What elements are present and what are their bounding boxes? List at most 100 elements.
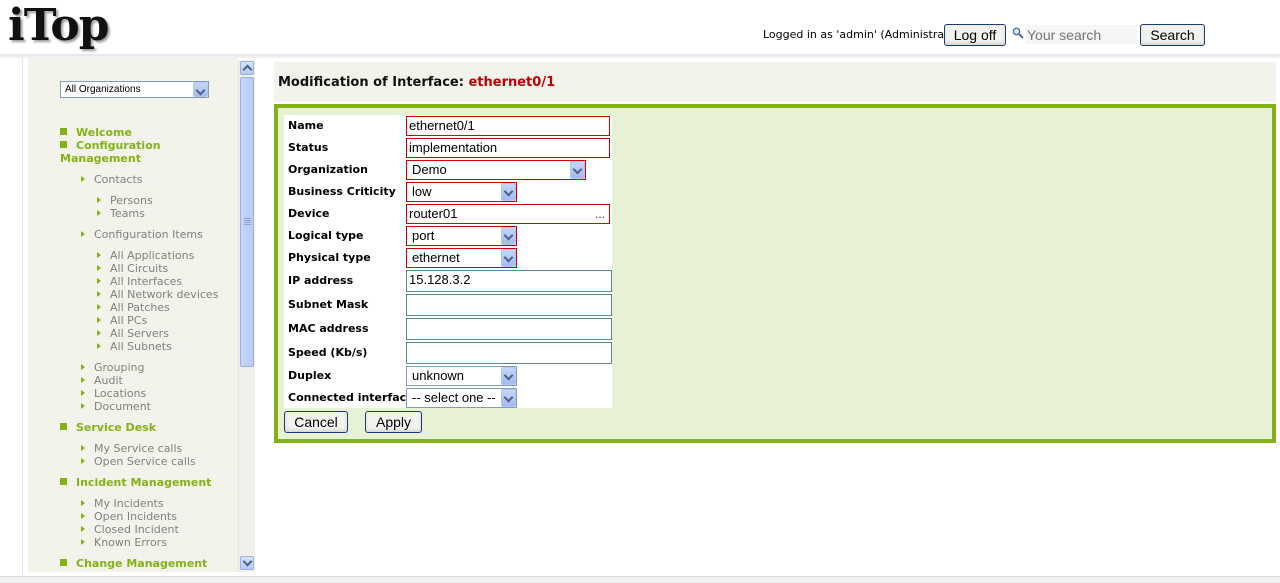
ip-address-input[interactable]: 15.128.3.2 [406,270,612,292]
duplex-value: unknown [412,368,465,383]
menu-open-service-calls[interactable]: Open Service calls [81,455,196,468]
menu-audit-label: Audit [94,374,123,387]
menu-my-incidents[interactable]: My Incidents [81,497,164,510]
triangle-bullet-icon [81,403,85,409]
menu-contacts[interactable]: Contacts [81,173,143,186]
menu-change-management[interactable]: Change Management [60,557,207,570]
triangle-bullet-icon [81,377,85,383]
menu-persons-label: Persons [110,194,153,207]
menu-all-network-devices[interactable]: All Network devices [97,288,218,301]
menu-all-servers[interactable]: All Servers [97,327,169,340]
duplex-select[interactable]: unknown [406,366,517,386]
menu-open-incidents[interactable]: Open Incidents [81,510,177,523]
menu-config-label-line2: Management [60,152,141,165]
square-bullet-icon [60,141,67,148]
square-bullet-icon [60,478,67,485]
page-title-bar: Modification of Interface: ethernet0/1 [274,62,1276,102]
menu-service-desk[interactable]: Service Desk [60,421,156,434]
search-button[interactable]: Search [1140,24,1205,46]
menu-my-service-calls[interactable]: My Service calls [81,442,182,455]
business-criticity-select[interactable]: low [406,182,517,202]
menu-configuration-items[interactable]: Configuration Items [81,228,203,241]
triangle-bullet-icon [81,176,85,182]
chevron-down-icon[interactable] [501,249,516,267]
menu-all-subnets[interactable]: All Subnets [97,340,172,353]
menu-teams[interactable]: Teams [97,207,145,220]
menu-all-patches[interactable]: All Patches [97,301,170,314]
apply-button[interactable]: Apply [365,411,422,433]
organization-select[interactable]: Demo [406,160,586,180]
menu-incident-management[interactable]: Incident Management [60,476,211,489]
name-input[interactable]: ethernet0/1 [406,116,610,136]
menu-welcome[interactable]: Welcome [60,126,132,139]
triangle-bullet-icon [97,197,101,203]
logical-type-select[interactable]: port [406,226,517,246]
chevron-down-icon[interactable] [501,389,516,407]
device-label: Device [288,207,330,220]
menu-document-label: Document [94,400,151,413]
menu-persons[interactable]: Persons [97,194,153,207]
triangle-bullet-icon [81,445,85,451]
triangle-bullet-icon [97,252,101,258]
menu-teams-label: Teams [110,207,145,220]
triangle-bullet-icon [97,343,101,349]
menu-known-errors[interactable]: Known Errors [81,536,167,549]
square-bullet-icon [60,559,67,566]
itop-logo[interactable]: iTop [8,2,110,50]
menu-document[interactable]: Document [81,400,151,413]
triangle-bullet-icon [81,458,85,464]
menu-all-circuits[interactable]: All Circuits [97,262,168,275]
scrollbar-thumb[interactable] [240,77,254,367]
mac-address-input[interactable] [406,318,612,340]
logical-type-value: port [412,228,435,243]
scroll-down-icon[interactable] [240,556,254,570]
menu-configuration-management-line2[interactable]: Management [60,152,141,165]
ip-address-label: IP address [288,274,354,287]
chevron-down-icon[interactable] [501,367,516,385]
menu-configuration-management[interactable]: Configuration [60,139,161,152]
grip-icon [244,218,251,226]
chevron-down-icon[interactable] [193,82,208,97]
status-input[interactable]: implementation [406,138,610,158]
search-input[interactable] [1025,25,1137,44]
logoff-button[interactable]: Log off [944,24,1006,46]
menu-all-subnets-label: All Subnets [110,340,172,353]
login-status: Logged in as 'admin' (Administrator) [763,28,964,41]
chevron-down-icon[interactable] [501,183,516,201]
menu-config-items-label: Configuration Items [94,228,203,241]
menu-audit[interactable]: Audit [81,374,123,387]
scroll-up-icon[interactable] [240,61,254,75]
menu-all-pcs[interactable]: All PCs [97,314,147,327]
menu-change-management-label: Change Management [76,557,208,570]
subnet-mask-input[interactable] [406,294,612,316]
menu-grouping[interactable]: Grouping [81,361,145,374]
device-input[interactable]: router01 ... [406,204,610,224]
duplex-label: Duplex [288,369,332,382]
subnet-mask-label: Subnet Mask [288,298,369,311]
triangle-bullet-icon [97,278,101,284]
triangle-bullet-icon [97,304,101,310]
connected-interface-value: -- select one -- [412,390,496,405]
cancel-button[interactable]: Cancel [284,411,348,433]
menu-my-service-calls-label: My Service calls [94,442,183,455]
chevron-down-icon[interactable] [501,227,516,245]
menu-my-incidents-label: My Incidents [94,497,164,510]
search-icon [1012,27,1024,39]
sidebar-scrollbar[interactable] [238,60,255,572]
menu-locations[interactable]: Locations [81,387,146,400]
mac-address-label: MAC address [288,322,369,335]
menu-closed-incident-label: Closed Incident [94,523,179,536]
chevron-down-icon[interactable] [570,161,585,179]
menu-open-service-calls-label: Open Service calls [94,455,196,468]
connected-interface-select[interactable]: -- select one -- [406,388,517,408]
physical-type-select[interactable]: ethernet [406,248,517,268]
triangle-bullet-icon [81,390,85,396]
menu-all-interfaces[interactable]: All Interfaces [97,275,182,288]
device-browse-button[interactable]: ... [595,205,605,223]
speed-input[interactable] [406,342,612,364]
organization-filter-select[interactable]: All Organizations [60,81,209,98]
triangle-bullet-icon [81,364,85,370]
menu-welcome-label: Welcome [76,126,132,139]
menu-closed-incident[interactable]: Closed Incident [81,523,179,536]
menu-all-applications[interactable]: All Applications [97,249,194,262]
